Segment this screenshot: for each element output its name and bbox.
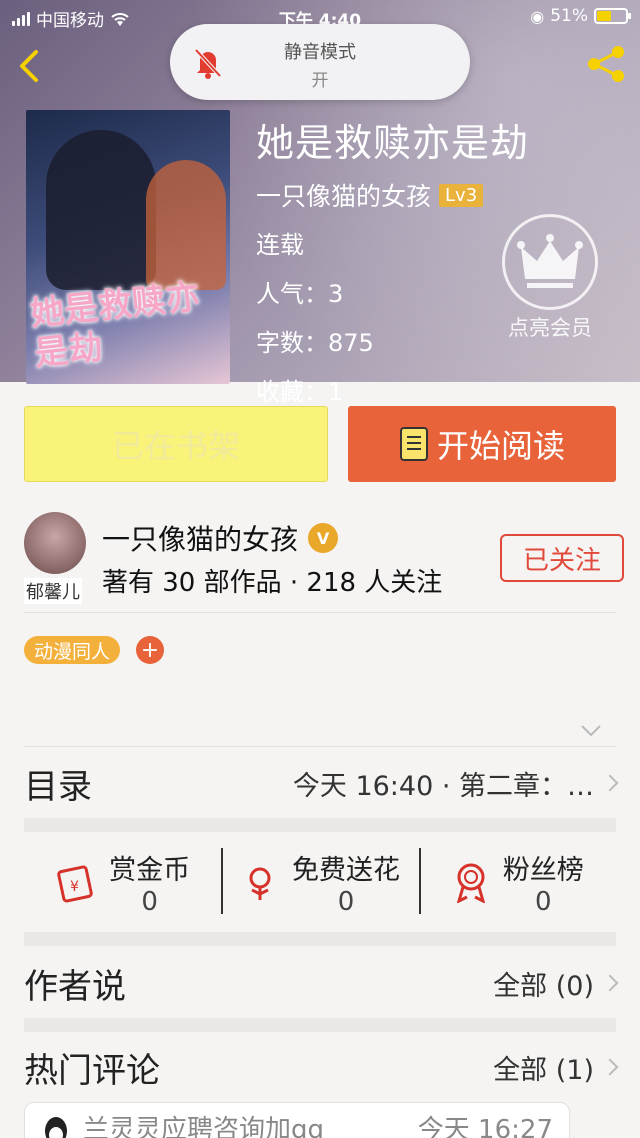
section-gap bbox=[24, 932, 616, 946]
toc-row[interactable]: 目录 今天 16:40 · 第二章：… bbox=[24, 758, 619, 808]
back-icon[interactable] bbox=[14, 46, 44, 86]
red-envelope-icon: ¥ bbox=[57, 865, 93, 903]
toc-label: 目录 bbox=[24, 766, 92, 807]
follow-button[interactable]: 已关注 bbox=[500, 534, 624, 582]
book-icon bbox=[399, 427, 428, 461]
battery-icon bbox=[594, 8, 631, 24]
crown-icon bbox=[517, 234, 583, 288]
section-gap bbox=[24, 818, 616, 832]
author-say-row[interactable]: 作者说 全部 (0) bbox=[24, 958, 619, 1008]
rotation-lock-icon: ◉ bbox=[530, 6, 545, 26]
genre-tag[interactable]: 动漫同人 bbox=[24, 636, 121, 664]
mute-mode-toast: 静音模式 开 bbox=[170, 24, 470, 100]
divider bbox=[24, 746, 616, 747]
on-shelf-button[interactable]: 已在书架 bbox=[24, 406, 328, 482]
book-title: 她是救赎亦是劫 bbox=[256, 121, 530, 165]
book-info: 她是救赎亦是劫 一只像猫的女孩 Lv3 连载 人气：3 字数：875 收藏：1 bbox=[256, 112, 529, 407]
cover-figure bbox=[46, 130, 156, 290]
comment-time: 今天 16:27 bbox=[417, 1115, 553, 1138]
svg-text:¥: ¥ bbox=[70, 879, 79, 895]
reward-coins-button[interactable]: ¥ 赏金币 0 bbox=[24, 840, 221, 924]
send-flower-button[interactable]: 免费送花 0 bbox=[221, 840, 418, 924]
book-cover[interactable]: 她是救赎亦是劫 bbox=[26, 110, 230, 384]
divider bbox=[24, 612, 616, 613]
vip-button[interactable]: 点亮会员 bbox=[500, 214, 600, 344]
word-count-row: 字数：875 bbox=[256, 329, 374, 357]
add-tag-button[interactable]: + bbox=[136, 636, 164, 664]
hot-comments-row[interactable]: 热门评论 全部 (1) bbox=[24, 1042, 619, 1092]
favorites-row: 收藏：1 bbox=[256, 378, 344, 406]
section-gap bbox=[24, 1018, 616, 1032]
author-say-all-link[interactable]: 全部 (0) bbox=[493, 964, 594, 1003]
start-reading-button[interactable]: 开始阅读 bbox=[348, 406, 616, 482]
avatar[interactable] bbox=[24, 512, 86, 574]
popularity-row: 人气：3 bbox=[256, 280, 344, 308]
comment-user: 兰灵灵应聘咨询加qq bbox=[83, 1115, 325, 1138]
chevron-right-icon bbox=[601, 1058, 619, 1076]
author-say-label: 作者说 bbox=[24, 966, 126, 1007]
verified-icon: V bbox=[308, 523, 339, 553]
mute-state: 开 bbox=[311, 71, 329, 91]
fan-ranking-button[interactable]: 粉丝榜 0 bbox=[418, 840, 616, 924]
cover-figure bbox=[146, 160, 226, 290]
avatar-tag: 郁馨儿 bbox=[24, 578, 82, 604]
medal-icon bbox=[456, 863, 485, 903]
chevron-right-icon bbox=[601, 974, 619, 992]
chevron-down-icon[interactable] bbox=[580, 724, 602, 738]
book-author[interactable]: 一只像猫的女孩 bbox=[256, 177, 431, 213]
chevron-right-icon bbox=[601, 774, 619, 792]
hot-comments-label: 热门评论 bbox=[24, 1050, 160, 1091]
level-badge: Lv3 bbox=[439, 183, 484, 207]
hot-comments-all-link[interactable]: 全部 (1) bbox=[493, 1048, 594, 1087]
battery-percent: 51% bbox=[550, 6, 588, 26]
book-status: 连载 bbox=[256, 231, 304, 259]
share-icon[interactable] bbox=[584, 42, 628, 86]
qq-penguin-icon bbox=[45, 1117, 67, 1138]
comment-preview[interactable]: 兰灵灵应聘咨询加qq 今天 16:27 bbox=[24, 1102, 570, 1138]
vip-label: 点亮会员 bbox=[508, 316, 592, 340]
support-actions: ¥ 赏金币 0 免费送花 0 粉丝榜 0 bbox=[24, 840, 616, 924]
flower-icon bbox=[249, 867, 271, 900]
mute-title: 静音模式 bbox=[284, 42, 356, 63]
author-card[interactable]: 郁馨儿 一只像猫的女孩 V 著有 30 部作品 · 218 人关注 已关注 bbox=[24, 512, 624, 612]
toc-latest: 今天 16:40 · 第二章：… bbox=[292, 770, 594, 802]
author-name[interactable]: 一只像猫的女孩 bbox=[102, 518, 298, 558]
author-stats: 著有 30 部作品 · 218 人关注 bbox=[102, 568, 443, 598]
